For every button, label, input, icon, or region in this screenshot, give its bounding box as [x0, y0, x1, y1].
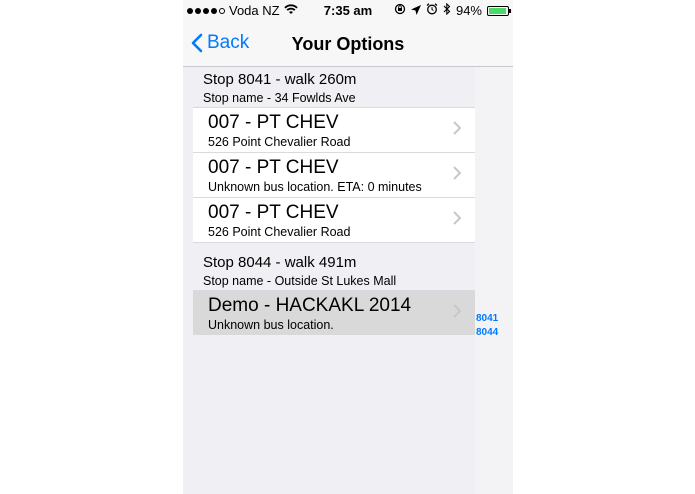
navigation-bar: Back Your Options: [183, 22, 513, 67]
bluetooth-icon: [443, 2, 451, 18]
row-title: 007 - PT CHEV: [208, 202, 339, 223]
phone-screen: Voda NZ 7:35 am 94% Back Your Options St…: [183, 0, 513, 494]
table-row[interactable]: 007 - PT CHEV 526 Point Chevalier Road: [193, 107, 475, 152]
row-subtitle: Unknown bus location. ETA: 0 minutes: [208, 180, 422, 194]
row-subtitle: 526 Point Chevalier Road: [208, 135, 351, 149]
section-header: Stop 8041 - walk 260m Stop name - 34 Fow…: [193, 67, 475, 107]
chevron-right-icon: [453, 166, 461, 180]
index-item-8041[interactable]: 8041: [476, 312, 498, 326]
row-subtitle: 526 Point Chevalier Road: [208, 225, 351, 239]
status-bar: Voda NZ 7:35 am 94%: [183, 0, 513, 22]
lock-rotation-icon: [394, 3, 406, 18]
section-subtitle: Stop name - Outside St Lukes Mall: [203, 274, 397, 288]
row-title: Demo - HACKAKL 2014: [208, 295, 412, 316]
table-row[interactable]: 007 - PT CHEV 526 Point Chevalier Road: [193, 197, 475, 242]
options-table: Stop 8041 - walk 260m Stop name - 34 Fow…: [193, 67, 475, 335]
chevron-right-icon: [453, 304, 461, 318]
battery-icon: [487, 5, 511, 16]
chevron-right-icon: [453, 121, 461, 135]
table-row-selected[interactable]: Demo - HACKAKL 2014 Unknown bus location…: [193, 290, 475, 335]
page-title: Your Options: [291, 34, 405, 54]
section-header: Stop 8044 - walk 491m Stop name - Outsid…: [193, 242, 475, 290]
index-item-8044[interactable]: 8044: [476, 326, 498, 340]
location-icon: [410, 3, 421, 18]
alarm-icon: [426, 3, 438, 18]
chevron-right-icon: [453, 211, 461, 225]
section-title: Stop 8044 - walk 491m: [203, 254, 357, 271]
battery-fill: [489, 7, 506, 14]
section-index: 8041 8044: [476, 312, 498, 340]
row-subtitle: Unknown bus location.: [208, 318, 334, 332]
row-title: 007 - PT CHEV: [208, 157, 339, 178]
table-row[interactable]: 007 - PT CHEV Unknown bus location. ETA:…: [193, 152, 475, 197]
battery-percent: 94%: [455, 3, 482, 18]
row-title: 007 - PT CHEV: [208, 112, 339, 133]
section-subtitle: Stop name - 34 Fowlds Ave: [203, 91, 356, 105]
section-title: Stop 8041 - walk 260m: [203, 71, 357, 88]
index-strip: [475, 67, 513, 494]
status-right: 94%: [394, 2, 511, 18]
